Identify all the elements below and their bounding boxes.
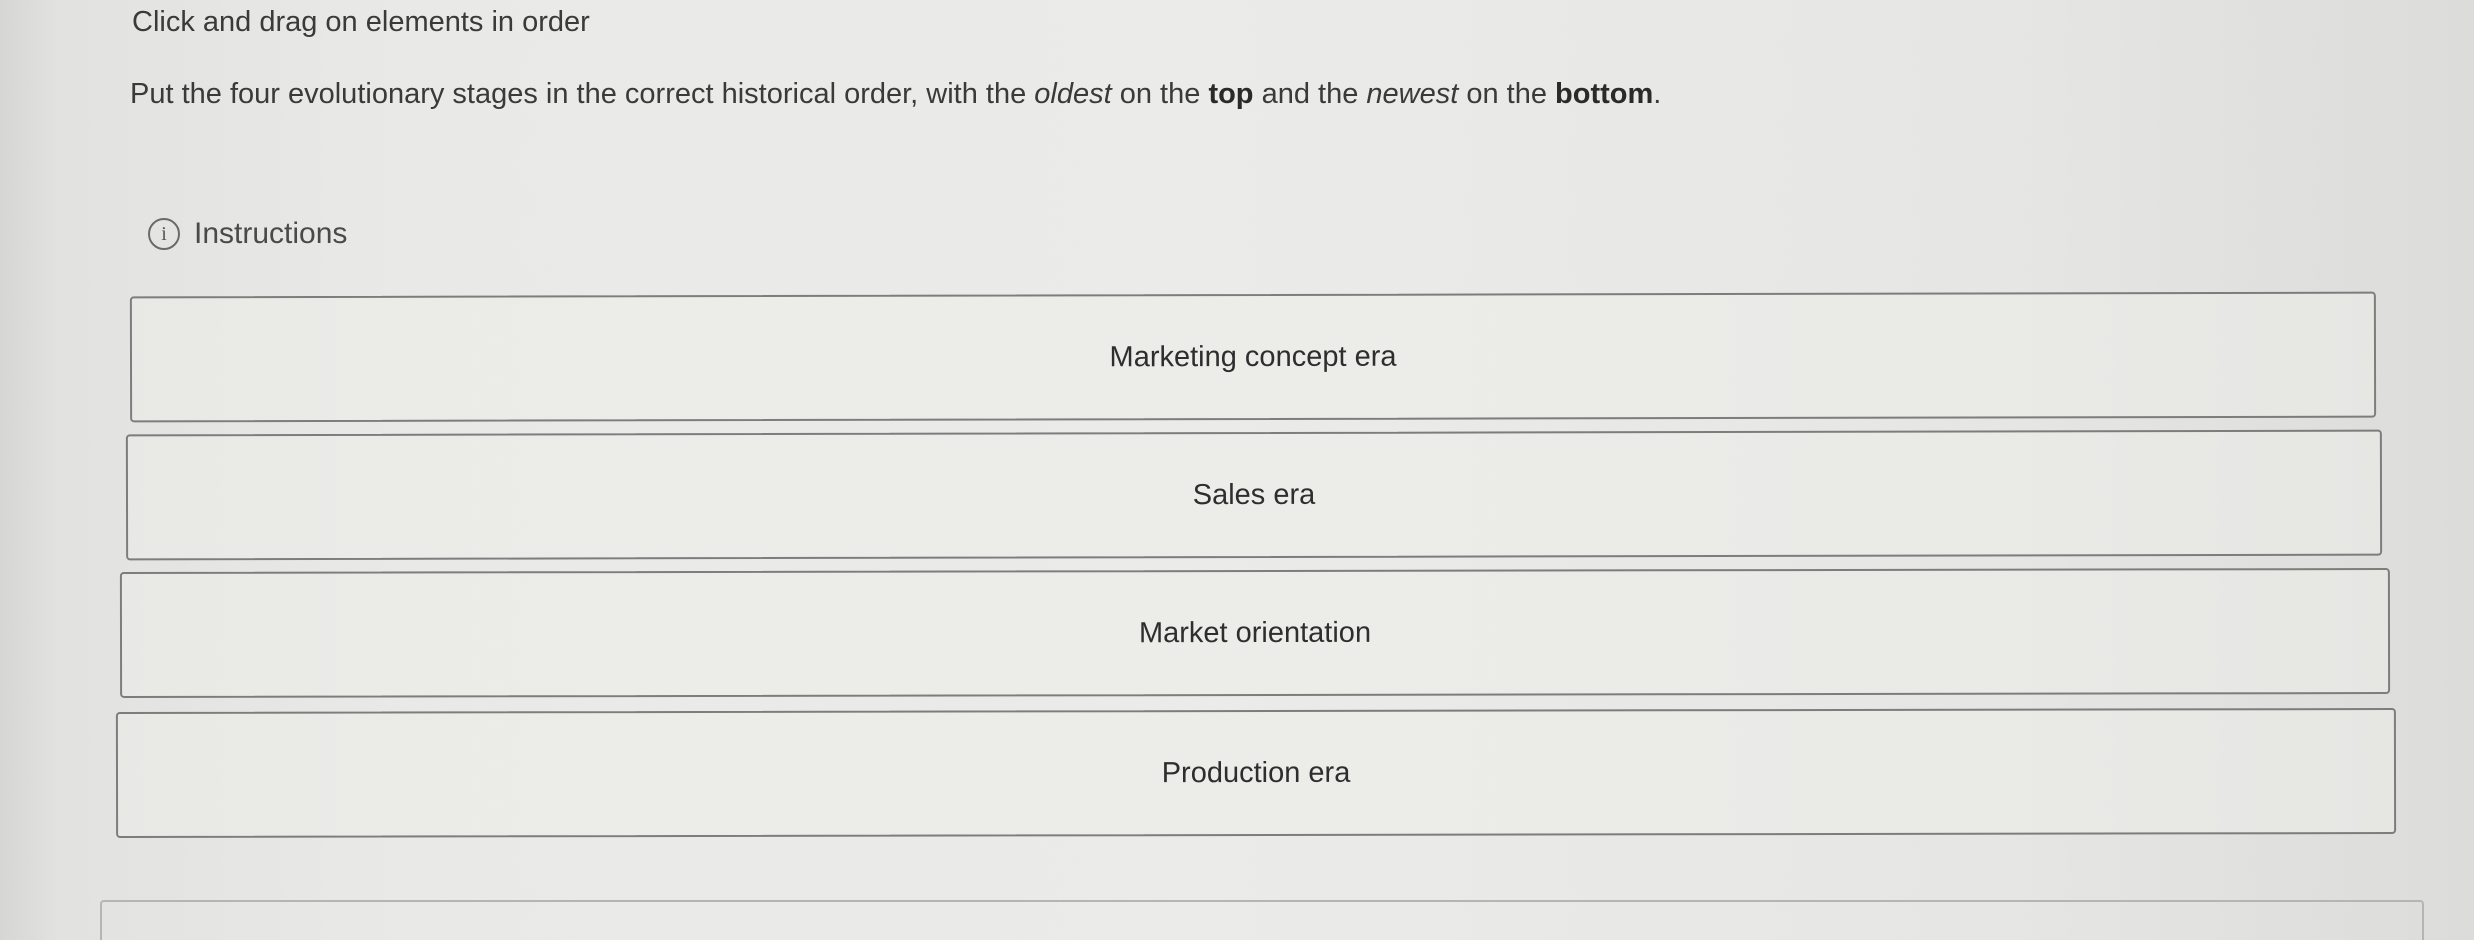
instructions-toggle[interactable]: i Instructions [148, 216, 347, 252]
question-part-4: on the [1458, 78, 1556, 110]
item-label: Marketing concept era [1109, 340, 1397, 374]
question-part-2: on the [1111, 78, 1209, 110]
newest-emphasis: newest [1366, 78, 1459, 110]
question-part-3: and the [1253, 78, 1367, 110]
question-text: Put the four evolutionary stages in the … [130, 76, 1661, 112]
info-icon: i [148, 218, 180, 250]
bottom-emphasis: bottom [1555, 78, 1654, 110]
draggable-item-production-era[interactable]: Production era [115, 708, 2397, 838]
next-panel-edge [100, 900, 2424, 940]
draggable-item-marketing-concept-era[interactable]: Marketing concept era [129, 291, 2377, 423]
question-part-5: . [1653, 78, 1662, 110]
draggable-item-sales-era[interactable]: Sales era [125, 429, 2383, 561]
oldest-emphasis: oldest [1034, 78, 1112, 110]
item-label: Sales era [1192, 478, 1316, 512]
item-label: Production era [1161, 756, 1351, 790]
item-label: Market orientation [1138, 616, 1372, 650]
draggable-item-market-orientation[interactable]: Market orientation [119, 568, 2391, 698]
instructions-label: Instructions [194, 217, 348, 250]
top-emphasis: top [1208, 78, 1254, 110]
prompt-heading: Click and drag on elements in order [132, 6, 590, 38]
question-part-1: Put the four evolutionary stages in the … [130, 78, 1035, 110]
